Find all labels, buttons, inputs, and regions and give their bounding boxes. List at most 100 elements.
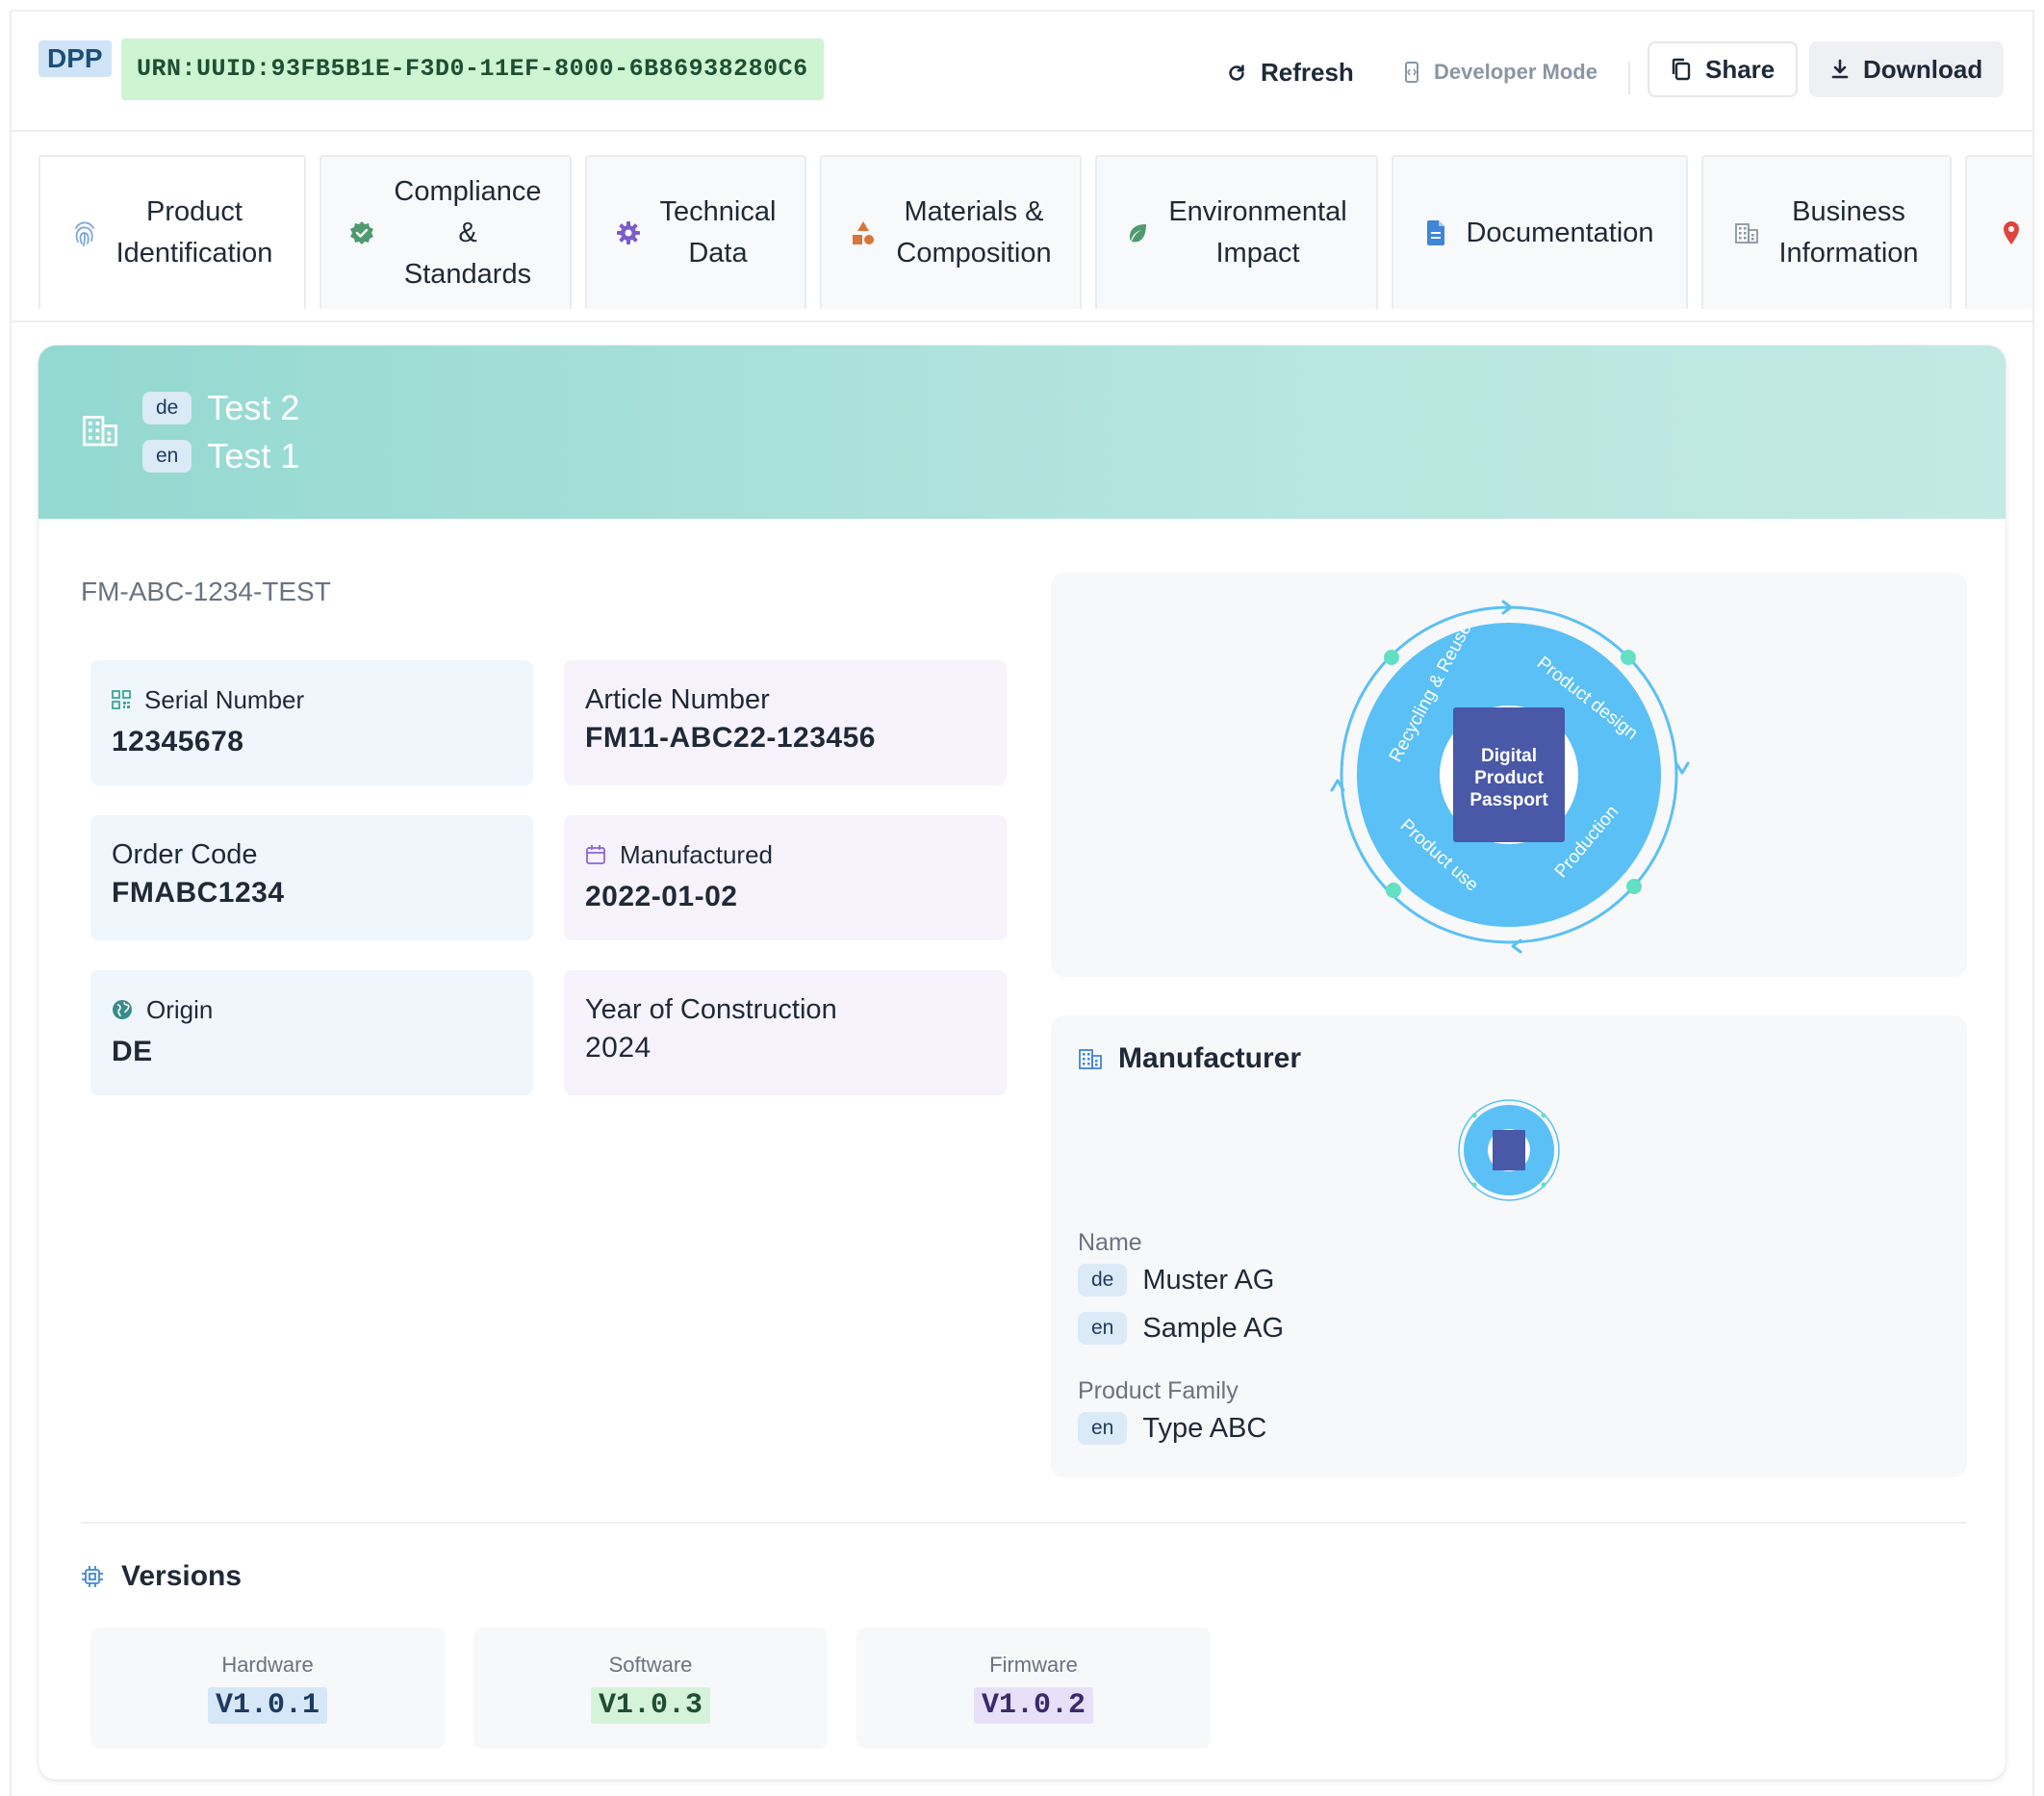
manufactured-key: Manufactured (585, 838, 985, 871)
tab-business-information[interactable]: Business Information (1701, 155, 1952, 309)
manufacturer-name-de: de Muster AG (1078, 1264, 1274, 1296)
manufacturer-name: Muster AG (1142, 1264, 1275, 1296)
product-name-en: en Test 1 (142, 436, 299, 476)
tab-label: Materials & Composition (896, 196, 1052, 269)
origin-label: Origin (146, 994, 214, 1024)
download-button[interactable]: Download (1809, 41, 2005, 97)
tab-bar: Product Identification Compliance & Stan… (12, 134, 2032, 322)
article-number-label: Article Number (585, 683, 770, 715)
building-icon (1079, 1049, 1102, 1069)
app-frame: DPP URN:UUID:93FB5B1E-F3D0-11EF-8000-6B8… (10, 10, 2034, 1796)
manufacturer-panel: Manufacturer Name de Muster AG en Sample… (1051, 1015, 1967, 1477)
version-value: V1.0.1 (207, 1687, 328, 1724)
tab-label: Product Identification (115, 196, 273, 269)
product-family-value: Type ABC (1142, 1412, 1267, 1444)
tab-product-identification[interactable]: Product Identification (38, 155, 306, 309)
map-pin-icon (2004, 221, 2019, 244)
header-bar: DPP URN:UUID:93FB5B1E-F3D0-11EF-8000-6B8… (12, 12, 2032, 132)
manufactured-card: Manufactured 2022-01-02 (564, 815, 1007, 940)
passport-line-2: Product (1474, 768, 1544, 788)
product-family-en: en Type ABC (1078, 1412, 1266, 1445)
chip-icon (82, 1566, 103, 1587)
passport-line-1: Digital (1481, 746, 1537, 766)
article-number-value: FM11-ABC22-123456 (585, 722, 876, 754)
model-identifier: FM-ABC-1234-TEST (81, 577, 331, 606)
share-label: Share (1705, 54, 1776, 84)
version-label: Software (608, 1653, 693, 1677)
lang-tag: en (1078, 1412, 1128, 1445)
version-label: Firmware (989, 1653, 1078, 1677)
serial-number-key: Serial Number (112, 683, 512, 716)
dpp-lifecycle-illustration: Digital Product Passport Recycling & Reu… (1330, 600, 1690, 954)
tab-label: Business Information (1778, 196, 1919, 269)
download-label: Download (1863, 54, 1983, 84)
lang-tag: de (142, 392, 192, 424)
header-divider (1628, 62, 1630, 94)
order-code-label: Order Code (112, 838, 258, 870)
origin-card: Origin DE (90, 970, 533, 1095)
lang-tag: en (1078, 1312, 1128, 1345)
section-divider (81, 1522, 1967, 1524)
tab-label: Compliance & Standards (394, 175, 542, 290)
globe-icon (113, 1000, 132, 1019)
tab-materials-composition[interactable]: Materials & Composition (820, 155, 1082, 309)
manufacturer-name: Sample AG (1142, 1312, 1285, 1344)
tab-label: Documentation (1466, 217, 1654, 248)
origin-key: Origin (112, 993, 512, 1026)
building-icon (83, 416, 117, 447)
tab-environmental-impact[interactable]: Environmental Impact (1095, 155, 1378, 309)
developer-mode-label: Developer Mode (1434, 60, 1597, 84)
refresh-icon (1229, 64, 1244, 81)
year-of-construction-label: Year of Construction (585, 993, 837, 1025)
calendar-icon (586, 845, 605, 864)
serial-number-value: 12345678 (112, 726, 244, 757)
building-icon (1735, 223, 1759, 244)
lang-tag: en (142, 440, 192, 473)
version-firmware: Firmware V1.0.2 (856, 1628, 1211, 1749)
product-name-de: de Test 2 (142, 388, 299, 428)
qr-code-icon (112, 690, 131, 709)
product-family-label: Product Family (1078, 1377, 1239, 1404)
manufactured-label: Manufactured (620, 839, 773, 869)
refresh-button[interactable]: Refresh (1226, 58, 1354, 88)
tab-documentation[interactable]: Documentation (1392, 155, 1688, 309)
version-value: V1.0.3 (590, 1687, 711, 1724)
tab-label: Environmental Impact (1168, 196, 1347, 269)
shapes-icon (853, 221, 875, 244)
tab-label: Technical Data (659, 196, 777, 269)
fingerprint-icon (74, 221, 94, 246)
share-button[interactable]: Share (1648, 41, 1799, 97)
serial-number-card: Serial Number 12345678 (90, 660, 533, 785)
version-label: Hardware (221, 1653, 314, 1677)
version-value: V1.0.2 (973, 1687, 1094, 1724)
product-card: de Test 2 en Test 1 FM-ABC-1234-TEST Ser… (38, 346, 2006, 1780)
article-number-card: Article Number FM11-ABC22-123456 (564, 660, 1007, 785)
version-software: Software V1.0.3 (473, 1628, 828, 1749)
lang-tag: de (1078, 1264, 1128, 1296)
manufacturer-title: Manufacturer (1118, 1042, 1302, 1074)
download-icon (1831, 59, 1849, 79)
check-badge-icon (350, 221, 374, 244)
refresh-label: Refresh (1261, 58, 1354, 87)
year-of-construction-card: Year of Construction 2024 (564, 970, 1007, 1095)
dpp-illustration-panel: Digital Product Passport Recycling & Reu… (1051, 573, 1967, 977)
manufacturer-logo (1458, 1099, 1560, 1201)
order-code-card: Order Code FMABC1234 (90, 815, 533, 940)
manufacturer-name-en: en Sample AG (1078, 1312, 1284, 1345)
passport-line-3: Passport (1469, 790, 1548, 810)
order-code-value: FMABC1234 (112, 877, 285, 909)
document-icon (1427, 220, 1445, 245)
urn-identifier[interactable]: URN:UUID:93FB5B1E-F3D0-11EF-8000-6B86938… (121, 38, 824, 100)
manufacturer-name-label: Name (1078, 1229, 1142, 1256)
copy-icon (1672, 58, 1691, 81)
tab-compliance-standards[interactable]: Compliance & Standards (319, 155, 572, 309)
tab-technical-data[interactable]: Technical Data (585, 155, 806, 309)
code-icon (1405, 62, 1418, 83)
versions-heading: Versions (81, 1560, 242, 1593)
leaf-icon (1130, 224, 1147, 243)
origin-value: DE (112, 1036, 153, 1067)
versions-title: Versions (121, 1560, 243, 1592)
tab-location[interactable] (1965, 155, 2032, 309)
serial-number-label: Serial Number (144, 684, 305, 714)
developer-mode-toggle[interactable]: Developer Mode (1403, 60, 1597, 85)
